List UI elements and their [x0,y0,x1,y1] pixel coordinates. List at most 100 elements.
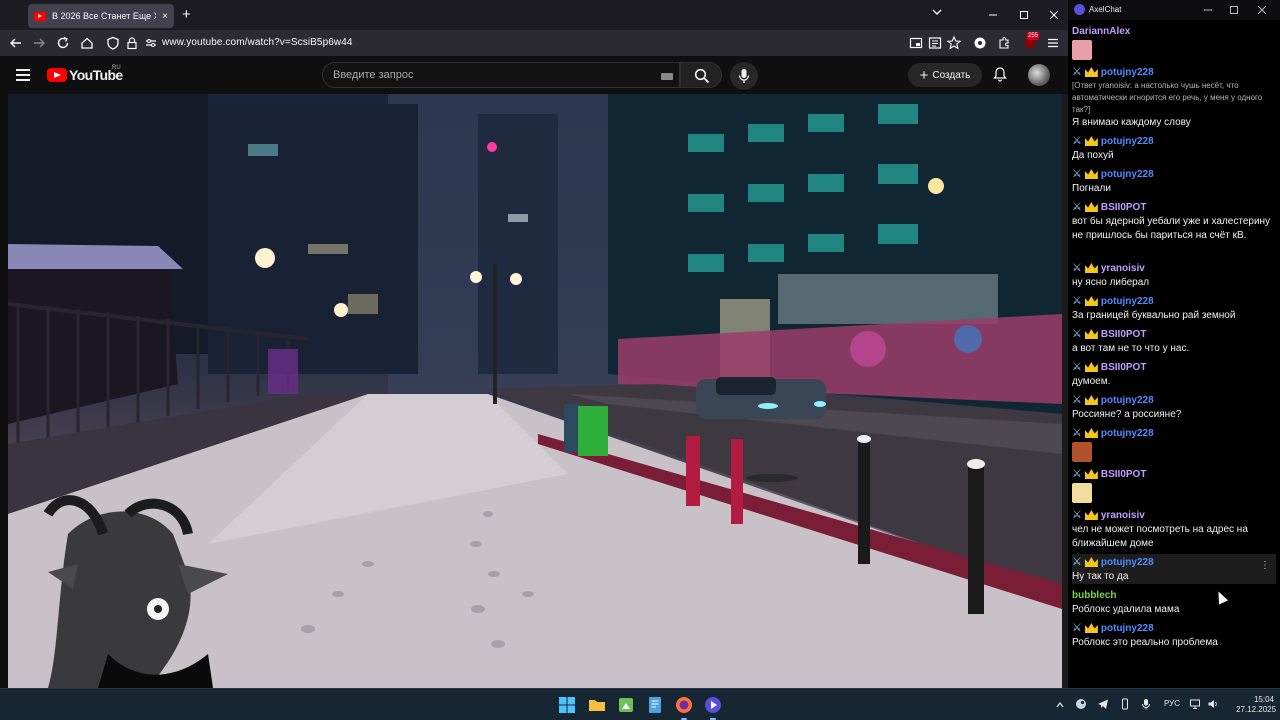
keyboard-icon[interactable] [661,73,673,80]
chat-author-name[interactable]: potujny228 [1101,136,1154,147]
search-box[interactable] [322,62,680,88]
account-circle-icon[interactable] [972,35,988,51]
extensions-puzzle-icon[interactable] [996,35,1012,51]
chat-author-name[interactable]: potujny228 [1101,395,1154,406]
file-explorer-icon[interactable] [587,695,607,715]
windows-start-icon[interactable] [557,695,577,715]
chat-author-name[interactable]: BSII0POT [1101,469,1147,480]
crown-badge-icon [1084,263,1098,273]
user-avatar[interactable] [1028,64,1050,86]
shield-icon[interactable] [105,35,121,51]
maximize-icon[interactable] [1019,10,1029,20]
chat-message[interactable]: ⚔ BSII0POT [1072,466,1276,504]
reader-view-icon[interactable] [927,35,943,51]
chat-message[interactable]: ⚔ BSII0POT а вот там не то что у нас. [1072,326,1276,356]
chat-message-text: Ну так то да [1072,571,1129,582]
chat-message-text: ну ясно либерал [1072,277,1150,288]
chat-message[interactable]: ⚔ BSII0POT думоем. [1072,359,1276,389]
chat-message[interactable]: bubblech Роблокс удалила мама [1072,587,1276,617]
chat-author-name[interactable]: yranoisiv [1101,263,1145,274]
minimize-icon[interactable] [988,10,998,20]
notepad-icon[interactable] [645,695,665,715]
chat-message[interactable]: ⚔ BSII0POT вот бы ядерной уебали уже и хал… [1072,199,1276,257]
chat-author-row: ⚔ BSII0POT [1072,326,1276,342]
list-all-tabs-icon[interactable] [932,7,942,17]
chat-author-name[interactable]: bubblech [1072,590,1116,601]
chat-message[interactable]: ⚔ potujny228 Роблокс это реально проблема [1072,620,1276,650]
chat-message[interactable]: ⚔ yranoisiv чел не может посмотреть на адр… [1072,507,1276,551]
chat-author-name[interactable]: BSII0POT [1101,329,1147,340]
chat-author-name[interactable]: BSII0POT [1101,202,1147,213]
steam-tray-icon[interactable] [1075,698,1087,710]
voice-search-button[interactable] [730,62,758,90]
chat-message[interactable]: ⚔ potujny228 Ну так то да ⋮ [1072,554,1276,584]
image-editor-icon[interactable] [616,695,636,715]
video-frame-snowy-street [8,94,1062,688]
chat-message[interactable]: ⚔ yranoisiv ну ясно либерал [1072,260,1276,290]
tab-close-icon[interactable]: × [162,11,168,22]
reload-icon[interactable] [55,35,71,51]
hamburger-menu-icon[interactable] [16,69,30,81]
chat-message[interactable]: ⚔ potujny228 За границей буквально рай зем… [1072,293,1276,323]
chat-author-name[interactable]: potujny228 [1101,67,1154,78]
chat-author-row: ⚔ potujny228 [1072,293,1276,309]
create-button-label: Создать [932,69,971,81]
plus-icon: + [919,66,929,84]
youtube-logo-icon[interactable] [47,68,67,82]
chat-maximize-icon[interactable] [1230,6,1238,14]
picture-in-picture-icon[interactable] [908,35,924,51]
message-options-icon[interactable]: ⋮ [1260,560,1270,571]
chat-author-row: DariannAlex [1072,23,1276,39]
home-icon[interactable] [79,35,95,51]
chat-author-row: ⚔ BSII0POT [1072,199,1276,215]
chat-author-name[interactable]: potujny228 [1101,296,1154,307]
moderator-sword-icon: ⚔ [1072,394,1082,406]
tray-overflow-chevron-icon[interactable] [1056,701,1064,709]
firefox-icon[interactable] [674,695,694,715]
notifications-bell-icon[interactable] [992,66,1008,82]
chat-message[interactable]: ⚔ potujny228 Россияне? а россияне? [1072,392,1276,422]
browser-tab-active[interactable]: В 2026 Все Станет Еще ХУЖЕ × [28,4,174,28]
chat-minimize-icon[interactable] [1204,6,1212,14]
search-input[interactable] [333,69,653,81]
chat-author-name[interactable]: DariannAlex [1072,26,1130,37]
address-bar-url[interactable]: www.youtube.com/watch?v=ScsiB5p6w44 [162,37,353,48]
telegram-tray-icon[interactable] [1097,698,1109,710]
input-language-indicator[interactable]: РУС [1164,699,1180,708]
volume-tray-icon[interactable] [1207,698,1219,710]
chat-message-text: чел не может посмотреть на адрес на ближ… [1072,524,1248,549]
chat-author-name[interactable]: potujny228 [1101,428,1154,439]
chat-message[interactable]: ⚔ potujny228 [1072,425,1276,463]
app-menu-icon[interactable] [1045,35,1061,51]
forward-arrow-icon[interactable] [31,35,47,51]
chat-message[interactable]: ⚔ potujny228 Да похуй [1072,133,1276,163]
chat-author-row: ⚔ potujny228 [1072,166,1276,182]
search-button[interactable] [680,62,722,88]
chat-app-title: AxelChat [1089,5,1122,14]
lock-icon[interactable] [124,35,140,51]
new-tab-button[interactable]: + [182,6,191,24]
microphone-tray-icon[interactable] [1140,698,1152,710]
moderator-sword-icon: ⚔ [1072,509,1082,521]
chat-message[interactable]: ⚔ potujny228 [Ответ yranoisiv: а настолько… [1072,64,1276,130]
create-button[interactable]: + Создать [908,63,982,87]
network-tray-icon[interactable] [1189,698,1201,710]
chat-author-name[interactable]: yranoisiv [1101,510,1145,521]
axelchat-taskbar-icon[interactable] [703,695,723,715]
chat-message[interactable]: ⚔ potujny228 Погнали [1072,166,1276,196]
video-player[interactable] [8,94,1062,688]
chat-message[interactable]: DariannAlex [1072,23,1276,61]
back-arrow-icon[interactable] [8,35,24,51]
permissions-icon[interactable] [143,35,159,51]
chat-author-name[interactable]: potujny228 [1101,169,1154,180]
close-window-icon[interactable] [1049,10,1059,20]
chat-sticker-image [1072,40,1092,60]
usb-device-tray-icon[interactable] [1119,698,1131,710]
chat-message-text: Погнали [1072,183,1111,194]
chat-close-icon[interactable] [1258,6,1266,14]
system-clock[interactable]: 15:04 27.12.2025 [1236,695,1276,715]
chat-author-name[interactable]: potujny228 [1101,623,1154,634]
chat-author-name[interactable]: BSII0POT [1101,362,1147,373]
bookmark-star-icon[interactable] [946,35,962,51]
chat-author-name[interactable]: potujny228 [1101,557,1154,568]
